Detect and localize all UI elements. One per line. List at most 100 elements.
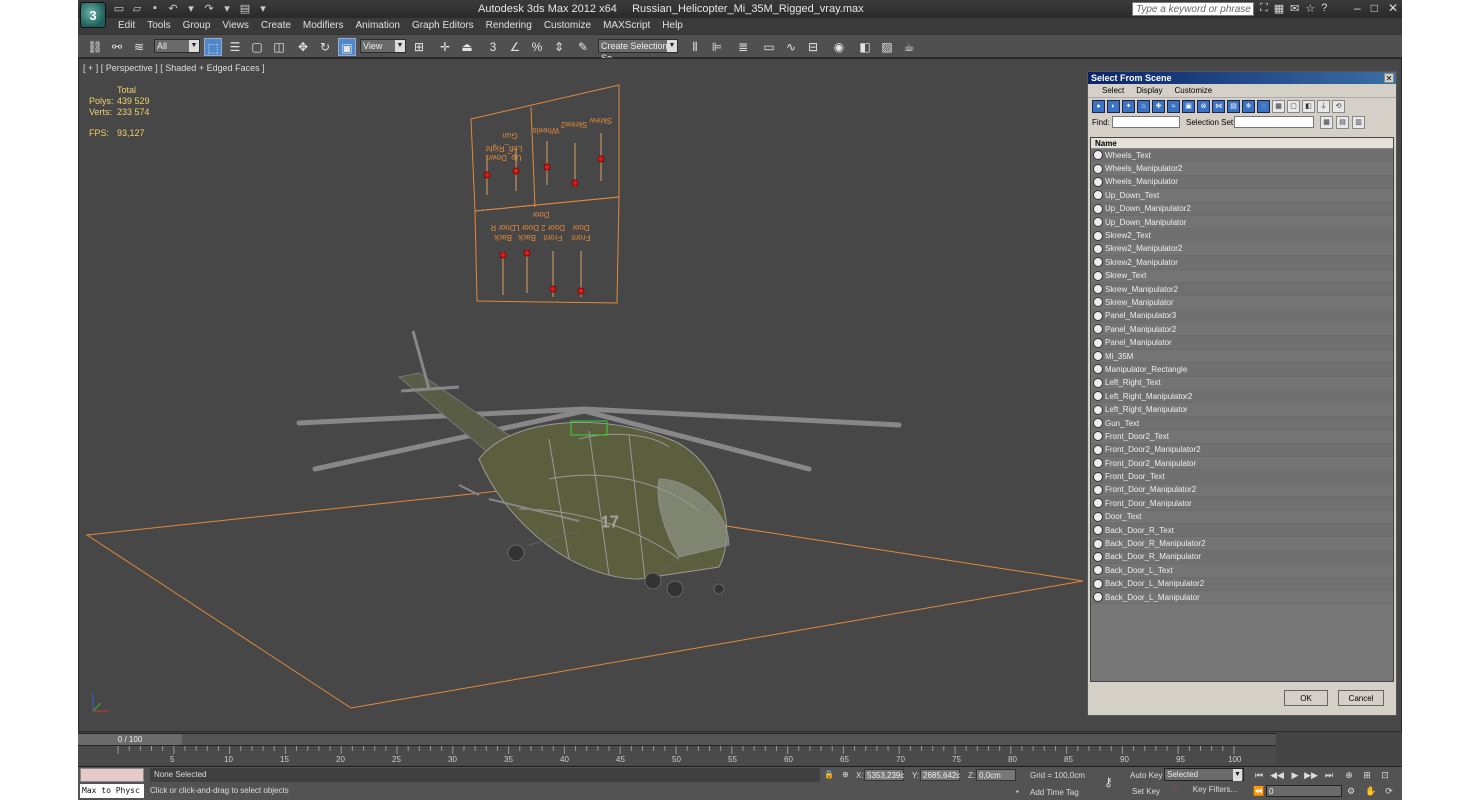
object-list-row[interactable]: Back_Door_R_Manipulator xyxy=(1091,550,1393,565)
pivot-center-icon[interactable]: ⊞ xyxy=(410,38,428,56)
dialog-menu-display[interactable]: Display xyxy=(1130,84,1168,97)
select-by-name-icon[interactable]: ☰ xyxy=(226,38,244,56)
menu-views[interactable]: Views xyxy=(216,18,255,34)
absolute-mode-icon[interactable]: ⊕ xyxy=(842,770,849,779)
sync-selection-icon[interactable]: ⟲ xyxy=(1332,100,1345,113)
object-list-row[interactable]: Gun_Text xyxy=(1091,416,1393,431)
customize-qat-icon[interactable]: ▾ xyxy=(256,2,270,15)
display-geometry-icon[interactable]: ● xyxy=(1092,100,1105,113)
menu-group[interactable]: Group xyxy=(177,18,217,34)
object-list-row[interactable]: Left_Right_Manipulator xyxy=(1091,403,1393,417)
object-list-row[interactable]: Front_Door2_Manipulator2 xyxy=(1091,443,1393,457)
project-folder-icon[interactable]: ▤ xyxy=(238,2,252,15)
object-list-row[interactable]: Front_Door_Text xyxy=(1091,470,1393,484)
object-list-row[interactable]: Up_Down_Text xyxy=(1091,189,1393,203)
zoom-all-icon[interactable]: ⊞ xyxy=(1360,769,1374,781)
close-button[interactable]: ✕ xyxy=(1388,1,1398,15)
play-icon[interactable]: ▶ xyxy=(1288,769,1302,781)
mirror-icon[interactable]: ⫴ xyxy=(686,38,704,56)
menu-create[interactable]: Create xyxy=(255,18,297,34)
display-invert-icon[interactable]: ◧ xyxy=(1302,100,1315,113)
object-list-row[interactable]: Left_Right_Manipulator2 xyxy=(1091,390,1393,404)
key-icon[interactable]: ⚷ xyxy=(1104,775,1113,789)
dialog-menu-customize[interactable]: Customize xyxy=(1168,84,1218,97)
communication-icon[interactable]: ✉ xyxy=(1290,2,1299,15)
object-list-row[interactable]: Front_Door2_Manipulator xyxy=(1091,456,1393,471)
menu-maxscript[interactable]: MAXScript xyxy=(597,18,656,34)
layer-manager-icon[interactable]: ≣ xyxy=(734,38,752,56)
current-frame-field[interactable]: 0 xyxy=(1266,785,1342,797)
named-selection-sets-dropdown[interactable]: Create Selection Se ▼ xyxy=(598,39,678,63)
cancel-button[interactable]: Cancel xyxy=(1338,690,1384,706)
selection-filter-dropdown[interactable]: All ▼ xyxy=(154,39,200,53)
selection-set-dropdown[interactable] xyxy=(1234,116,1314,128)
key-mode-toggle-icon[interactable]: ⏪ xyxy=(1252,785,1266,797)
object-list-row[interactable]: Wheels_Manipulator xyxy=(1091,175,1393,190)
object-list-row[interactable]: Skrew2_Manipulator2 xyxy=(1091,242,1393,257)
object-list-row[interactable]: Skrew2_Text xyxy=(1091,229,1393,243)
display-lights-icon[interactable]: ✦ xyxy=(1122,100,1135,113)
render-teapot-icon[interactable]: ☕ xyxy=(900,38,918,56)
binoculars-icon[interactable]: ⛶ xyxy=(1260,2,1268,15)
dialog-close-button[interactable]: ✕ xyxy=(1384,73,1394,83)
menu-modifiers[interactable]: Modifiers xyxy=(297,18,350,34)
selection-lock-icon[interactable]: 🔒 xyxy=(824,770,834,779)
favorites-icon[interactable]: ☆ xyxy=(1305,2,1315,15)
spinner-snap-icon[interactable]: ⇕ xyxy=(550,38,568,56)
go-to-start-icon[interactable]: ⏮ xyxy=(1252,769,1266,781)
new-file-icon[interactable]: ▭ xyxy=(112,2,126,15)
next-frame-icon[interactable]: ▶▶ xyxy=(1304,769,1318,781)
find-input[interactable] xyxy=(1112,116,1180,128)
select-object-icon[interactable]: ⬚ xyxy=(204,38,222,56)
object-list-row[interactable]: Left_Right_Text xyxy=(1091,376,1393,391)
menu-edit[interactable]: Edit xyxy=(112,18,141,34)
select-manipulate-icon[interactable]: ✛ xyxy=(436,38,454,56)
infocenter-search-input[interactable]: Type a keyword or phrase xyxy=(1132,2,1254,16)
column-header-name[interactable]: Name xyxy=(1091,138,1393,149)
zoom-extents-icon[interactable]: ⊡ xyxy=(1378,769,1392,781)
key-mode-selected-dropdown[interactable]: Selected ▼ xyxy=(1164,768,1244,781)
viewport-label[interactable]: [ + ] [ Perspective ] [ Shaded + Edged F… xyxy=(83,63,265,73)
set-key-icon[interactable]: ⟋ xyxy=(1172,785,1178,795)
object-list-row[interactable]: Front_Door2_Text xyxy=(1091,430,1393,444)
display-hidden-icon[interactable]: ◌ xyxy=(1257,100,1270,113)
rendered-frame-window-icon[interactable]: ▨ xyxy=(878,38,896,56)
z-coordinate-field[interactable]: 0,0cm xyxy=(976,769,1016,781)
save-file-icon[interactable]: ▪ xyxy=(148,2,162,15)
auto-key-button[interactable]: Auto Key xyxy=(1130,771,1162,780)
material-editor-icon[interactable]: ◉ xyxy=(830,38,848,56)
object-list-row[interactable]: Front_Door_Manipulator xyxy=(1091,497,1393,511)
object-list-row[interactable]: Back_Door_R_Manipulator2 xyxy=(1091,537,1393,551)
rotate-icon[interactable]: ↻ xyxy=(316,38,334,56)
object-list-row[interactable]: Up_Down_Manipulator xyxy=(1091,215,1393,230)
redo-icon[interactable]: ↷ xyxy=(202,2,216,15)
display-frozen-icon[interactable]: ❄ xyxy=(1242,100,1255,113)
unlink-icon[interactable]: ⚯ xyxy=(108,38,126,56)
display-spacewarps-icon[interactable]: ≈ xyxy=(1167,100,1180,113)
redo-dropdown-icon[interactable]: ▾ xyxy=(220,2,234,15)
window-crossing-icon[interactable]: ◫ xyxy=(270,38,288,56)
display-shapes-icon[interactable]: ◐ xyxy=(1107,100,1120,113)
undo-icon[interactable]: ↶ xyxy=(166,2,180,15)
object-list-row[interactable]: Back_Door_L_Text xyxy=(1091,564,1393,578)
display-xrefs-icon[interactable]: ⊗ xyxy=(1197,100,1210,113)
object-list-row[interactable]: Skrew_Manipulator xyxy=(1091,296,1393,310)
menu-graph-editors[interactable]: Graph Editors xyxy=(406,18,480,34)
object-list-row[interactable]: Manipulator_Rectangle xyxy=(1091,363,1393,377)
object-list-row[interactable]: Skrew_Manipulator2 xyxy=(1091,282,1393,297)
render-setup-icon[interactable]: ◧ xyxy=(856,38,874,56)
add-time-tag-button[interactable]: Add Time Tag xyxy=(1030,788,1079,797)
add-to-set-icon[interactable]: ▤ xyxy=(1336,116,1349,129)
key-filters-button[interactable]: Key Filters... xyxy=(1186,785,1244,797)
zoom-icon[interactable]: ⊕ xyxy=(1342,769,1356,781)
maximize-button[interactable]: □ xyxy=(1371,1,1378,15)
dialog-menu-select[interactable]: Select xyxy=(1096,84,1130,97)
time-slider-bar[interactable]: 0 / 100 xyxy=(78,733,1276,746)
bind-spacewarp-icon[interactable]: ≋ xyxy=(130,38,148,56)
x-coordinate-field[interactable]: 5353,239c xyxy=(864,769,904,781)
menu-help[interactable]: Help xyxy=(656,18,689,34)
curve-editor-icon[interactable]: ∿ xyxy=(782,38,800,56)
dialog-title-bar[interactable]: Select From Scene ✕ xyxy=(1088,72,1396,84)
display-bones-icon[interactable]: ⋈ xyxy=(1212,100,1225,113)
reference-coordinate-dropdown[interactable]: View ▼ xyxy=(360,39,406,53)
